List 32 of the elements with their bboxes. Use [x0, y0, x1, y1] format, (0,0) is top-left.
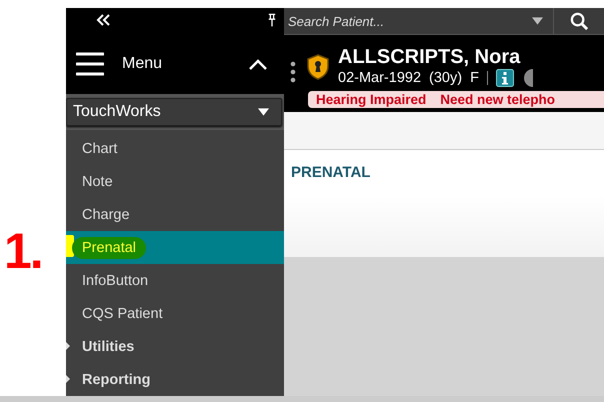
menu-title: Menu: [122, 55, 164, 73]
menu-item[interactable]: CQS Patient: [66, 297, 284, 330]
expand-arrow-icon[interactable]: [66, 375, 70, 383]
menu-item[interactable]: Utilities: [66, 330, 284, 363]
kebab-icon[interactable]: [290, 61, 296, 83]
caret-icon[interactable]: [248, 58, 268, 70]
search-icon[interactable]: [570, 12, 588, 30]
double-chevron-left-icon[interactable]: [96, 14, 110, 26]
menu-icon[interactable]: [76, 52, 104, 76]
alert-text: Hearing Impaired: [316, 92, 426, 107]
info-icon[interactable]: [496, 69, 514, 87]
pin-icon[interactable]: [268, 12, 276, 28]
dropdown-caret-icon[interactable]: [258, 108, 269, 116]
menu-item[interactable]: InfoButton: [66, 264, 284, 297]
page-title: PRENATAL: [291, 164, 370, 181]
menu-item[interactable]: Chart: [66, 132, 284, 165]
search-field[interactable]: Search Patient...: [284, 14, 532, 28]
dropdown-caret-icon[interactable]: [532, 17, 543, 25]
search-bar[interactable]: Search Patient...: [284, 8, 604, 35]
menu-item[interactable]: Charge: [66, 198, 284, 231]
alert-text: Need new telepho: [440, 92, 556, 107]
app-dropdown[interactable]: TouchWorks: [66, 98, 282, 126]
patient-sex: F: [470, 70, 479, 86]
menu-item[interactable]: Prenatal: [66, 231, 284, 264]
birth-date: 02-Mar-1992: [338, 70, 422, 86]
patient-age: (30y): [429, 70, 462, 86]
expand-arrow-icon[interactable]: [66, 342, 70, 350]
menu-item[interactable]: Reporting: [66, 363, 284, 396]
annotation-number: 1.: [4, 226, 42, 276]
patient-name: ALLSCRIPTS, Nora: [338, 47, 522, 67]
menu-item[interactable]: Note: [66, 165, 284, 198]
shield-lock-icon: [306, 54, 330, 80]
